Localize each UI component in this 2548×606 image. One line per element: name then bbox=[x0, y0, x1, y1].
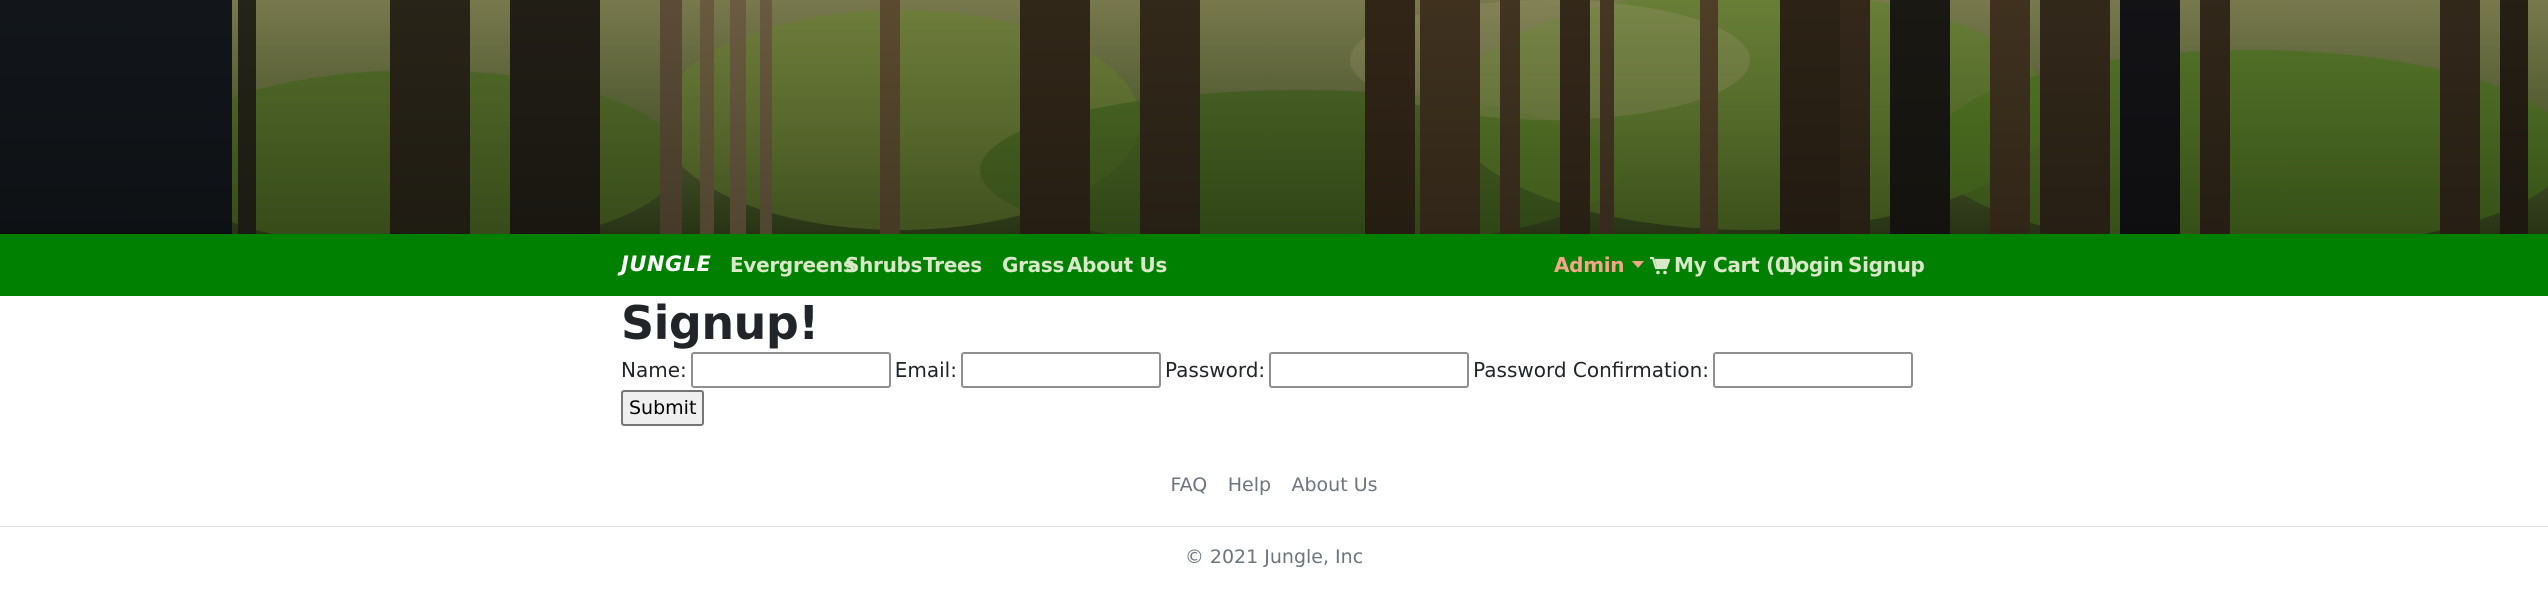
page-title: Signup! bbox=[621, 296, 819, 350]
email-label: Email: bbox=[894, 358, 957, 382]
nav-link-about-us[interactable]: About Us bbox=[1067, 253, 1167, 277]
copyright-text: © 2021 Jungle, Inc bbox=[1184, 546, 1364, 568]
admin-dropdown-label: Admin bbox=[1554, 253, 1625, 277]
footer-divider bbox=[0, 526, 2548, 527]
hero-forest-banner bbox=[0, 0, 2548, 234]
admin-dropdown[interactable]: Admin bbox=[1554, 253, 1645, 277]
submit-button[interactable]: Submit bbox=[621, 390, 705, 426]
password-confirmation-label: Password Confirmation: bbox=[1473, 358, 1710, 382]
top-navbar: JUNGLE Evergreens Shrubs Trees Grass Abo… bbox=[0, 234, 2548, 296]
navbar-container: JUNGLE Evergreens Shrubs Trees Grass Abo… bbox=[621, 234, 1925, 296]
footer-link-faq[interactable]: FAQ bbox=[1170, 474, 1207, 496]
nav-link-signup[interactable]: Signup bbox=[1848, 253, 1925, 277]
footer-links: FAQ Help About Us bbox=[0, 474, 2548, 496]
cart-link[interactable]: My Cart (0) bbox=[1650, 253, 1798, 277]
signup-form-row: Name: Email: Password: Password Confirmatio… bbox=[621, 352, 1917, 388]
nav-link-trees[interactable]: Trees bbox=[923, 253, 982, 277]
footer-link-about-us[interactable]: About Us bbox=[1292, 474, 1378, 496]
password-label: Password: bbox=[1164, 358, 1266, 382]
caret-down-icon bbox=[1632, 261, 1645, 268]
nav-link-login[interactable]: Login bbox=[1783, 253, 1844, 277]
password-confirmation-field[interactable] bbox=[1713, 352, 1914, 388]
shopping-cart-icon bbox=[1650, 257, 1670, 275]
cart-link-label: My Cart (0) bbox=[1674, 253, 1798, 277]
email-field[interactable] bbox=[960, 352, 1161, 388]
password-field[interactable] bbox=[1269, 352, 1470, 388]
nav-link-evergreens[interactable]: Evergreens bbox=[730, 253, 855, 277]
nav-link-shrubs[interactable]: Shrubs bbox=[845, 253, 922, 277]
forest-image bbox=[0, 0, 2548, 234]
name-field[interactable] bbox=[690, 352, 891, 388]
nav-link-grass[interactable]: Grass bbox=[1002, 253, 1064, 277]
footer-link-help[interactable]: Help bbox=[1228, 474, 1271, 496]
name-label: Name: bbox=[621, 358, 687, 382]
brand-logo[interactable]: JUNGLE bbox=[621, 252, 711, 276]
